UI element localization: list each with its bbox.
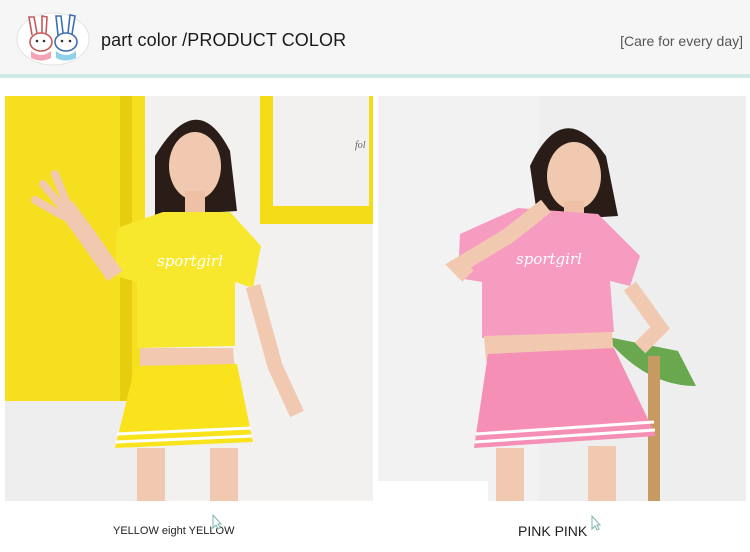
shirt-print-yellow: sportgirl (157, 252, 223, 270)
cursor-icon (591, 515, 601, 531)
caption-pink: PINK PINK (518, 523, 588, 539)
cursor-icon (212, 514, 222, 530)
tagline: [Care for every day] (620, 33, 743, 49)
page-title: part color /PRODUCT COLOR (101, 30, 347, 50)
product-photo-yellow[interactable]: fol sportgirl (5, 96, 373, 501)
header-divider (0, 74, 750, 78)
shirt-print-pink: sportgirl (516, 250, 582, 268)
product-photo-pink[interactable]: sportgirl (378, 96, 746, 501)
bunny-logo-icon (15, 11, 91, 67)
svg-text:fol: fol (355, 140, 366, 151)
header-banner: part color /PRODUCT COLOR [Care for ever… (0, 0, 750, 76)
